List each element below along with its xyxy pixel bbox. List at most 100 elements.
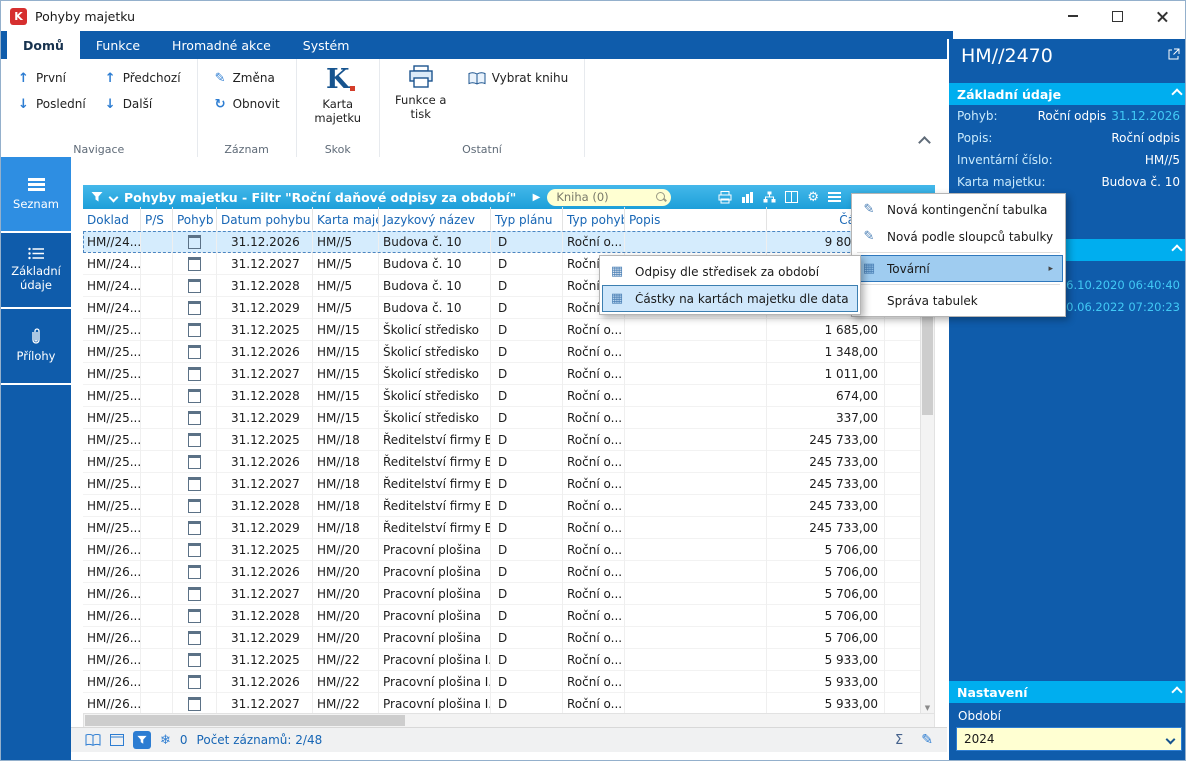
menu-item[interactable]: ✎ Nová podle sloupců tabulky bbox=[854, 223, 1063, 250]
sidebar-item-seznam[interactable]: Seznam bbox=[1, 157, 71, 233]
menu-item-label: Částky na kartách majetku dle data bbox=[635, 292, 848, 306]
cell-typ-planu: D bbox=[491, 538, 563, 561]
change-button[interactable]: ✎Změna bbox=[208, 65, 286, 91]
cell-datum-pohybu: 31.12.2026 bbox=[217, 230, 313, 253]
menu-item[interactable]: ▦ Částky na kartách majetku dle data bbox=[602, 285, 858, 312]
first-record-button[interactable]: ↑První bbox=[11, 65, 92, 91]
sidebar-item-prilohy[interactable]: Přílohy bbox=[1, 309, 71, 385]
scrollbar-thumb[interactable] bbox=[85, 715, 405, 726]
book-view-icon[interactable] bbox=[85, 734, 101, 746]
chevron-down-icon[interactable] bbox=[109, 192, 119, 202]
cell-jazykovy-nazev: Ředitelství firmy B... bbox=[379, 428, 491, 451]
open-record-icon[interactable] bbox=[1167, 48, 1180, 61]
calendar-icon bbox=[173, 582, 217, 605]
cell-typ-pohybu: Roční o... bbox=[563, 560, 625, 583]
play-icon[interactable]: ▶ bbox=[533, 192, 541, 203]
cell-typ-pohybu: Roční o... bbox=[563, 318, 625, 341]
chart-icon[interactable] bbox=[741, 191, 754, 203]
cell-datum-pohybu: 31.12.2027 bbox=[217, 362, 313, 385]
select-book-button[interactable]: Vybrat knihu bbox=[462, 69, 575, 87]
refresh-button[interactable]: ↻Obnovit bbox=[208, 91, 286, 117]
ribbon-collapse-button[interactable] bbox=[918, 136, 931, 149]
select-book-label: Vybrat knihu bbox=[492, 71, 569, 85]
cell-typ-planu: D bbox=[491, 670, 563, 693]
edit-icon[interactable]: ✎ bbox=[921, 732, 933, 748]
minimize-button[interactable] bbox=[1050, 1, 1095, 31]
table-row[interactable]: HM//25... 31.12.2029 HM//15 Školicí stře… bbox=[83, 407, 935, 429]
horizontal-scrollbar[interactable] bbox=[83, 713, 935, 728]
hierarchy-icon[interactable] bbox=[763, 191, 776, 203]
table-row[interactable]: HM//26... 31.12.2025 HM//22 Pracovní plo… bbox=[83, 649, 935, 671]
cell-castka: 245 733,00 bbox=[767, 494, 885, 517]
hamburger-menu-icon[interactable] bbox=[828, 190, 841, 204]
book-search-input[interactable] bbox=[547, 189, 671, 206]
table-row[interactable]: HM//25... 31.12.2028 HM//18 Ředitelství … bbox=[83, 495, 935, 517]
cell-ps bbox=[141, 318, 173, 341]
panel-view-icon[interactable] bbox=[110, 734, 124, 746]
group-label-ostatni: Ostatní bbox=[380, 143, 585, 156]
last-record-button[interactable]: ↓Poslední bbox=[11, 91, 92, 117]
table-row[interactable]: HM//25... 31.12.2027 HM//18 Ředitelství … bbox=[83, 473, 935, 495]
menu-item[interactable]: ▦ Tovární ▸ bbox=[854, 255, 1063, 282]
menu-item[interactable]: Správa tabulek bbox=[854, 287, 1063, 314]
tab-funkce[interactable]: Funkce bbox=[80, 31, 156, 59]
cell-ps bbox=[141, 230, 173, 253]
cell-castka: 1 685,00 bbox=[767, 318, 885, 341]
menu-item[interactable]: ▦ Odpisy dle středisek za období bbox=[602, 258, 858, 285]
table-row[interactable]: HM//24... 31.12.2026 HM//5 Budova č. 10 … bbox=[83, 231, 935, 253]
section-header-zakladni-udaje[interactable]: Základní údaje bbox=[949, 83, 1186, 105]
functions-print-button[interactable]: Funkce a tisk bbox=[390, 65, 452, 122]
table-row[interactable]: HM//25... 31.12.2028 HM//15 Školicí stře… bbox=[83, 385, 935, 407]
cell-castka: 5 933,00 bbox=[767, 648, 885, 671]
filter-icon[interactable] bbox=[91, 191, 103, 203]
cell-doklad: HM//25... bbox=[83, 494, 141, 517]
print-icon[interactable] bbox=[718, 191, 732, 204]
group-label-navigace: Navigace bbox=[1, 143, 197, 156]
table-row[interactable]: HM//25... 31.12.2025 HM//15 Školicí stře… bbox=[83, 319, 935, 341]
table-row[interactable]: HM//26... 31.12.2027 HM//20 Pracovní plo… bbox=[83, 583, 935, 605]
cell-jazykovy-nazev: Pracovní plošina bbox=[379, 604, 491, 627]
sum-icon[interactable]: Σ bbox=[895, 733, 903, 748]
cell-popis bbox=[625, 494, 767, 517]
cell-castka: 5 706,00 bbox=[767, 582, 885, 605]
arrow-down-icon: ↓ bbox=[17, 97, 30, 112]
cell-typ-planu: D bbox=[491, 450, 563, 473]
settings-gear-icon[interactable]: ⚙ bbox=[807, 191, 819, 204]
cell-karta-majetku: HM//22 bbox=[313, 648, 379, 671]
submenu-arrow-icon: ▸ bbox=[1038, 264, 1053, 274]
table-row[interactable]: HM//26... 31.12.2026 HM//20 Pracovní plo… bbox=[83, 561, 935, 583]
cell-typ-pohybu: Roční o... bbox=[563, 626, 625, 649]
table-row[interactable]: HM//26... 31.12.2025 HM//20 Pracovní plo… bbox=[83, 539, 935, 561]
period-select[interactable]: 2024 bbox=[956, 727, 1182, 751]
filter-active-icon[interactable] bbox=[133, 731, 151, 749]
cell-karta-majetku: HM//15 bbox=[313, 362, 379, 385]
table-row[interactable]: HM//26... 31.12.2027 HM//22 Pracovní plo… bbox=[83, 693, 935, 715]
table-row[interactable]: HM//25... 31.12.2026 HM//18 Ředitelství … bbox=[83, 451, 935, 473]
table-row[interactable]: HM//25... 31.12.2025 HM//18 Ředitelství … bbox=[83, 429, 935, 451]
section-header-nastaveni[interactable]: Nastavení bbox=[949, 681, 1186, 703]
tab-system[interactable]: Systém bbox=[287, 31, 366, 59]
close-button[interactable] bbox=[1140, 1, 1185, 31]
menu-item-label: Nová podle sloupců tabulky bbox=[887, 230, 1053, 244]
maximize-button[interactable] bbox=[1095, 1, 1140, 31]
columns-icon[interactable] bbox=[785, 191, 798, 203]
table-row[interactable]: HM//26... 31.12.2028 HM//20 Pracovní plo… bbox=[83, 605, 935, 627]
snowflake-icon[interactable]: ❄ bbox=[160, 733, 171, 748]
table-row[interactable]: HM//26... 31.12.2029 HM//20 Pracovní plo… bbox=[83, 627, 935, 649]
cell-popis bbox=[625, 560, 767, 583]
table-row[interactable]: HM//25... 31.12.2027 HM//15 Školicí stře… bbox=[83, 363, 935, 385]
tab-domu[interactable]: Domů bbox=[7, 31, 80, 59]
tab-hromadne-akce[interactable]: Hromadné akce bbox=[156, 31, 287, 59]
menu-item[interactable]: ✎ Nová kontingenční tabulka bbox=[854, 196, 1063, 223]
table-row[interactable]: HM//26... 31.12.2026 HM//22 Pracovní plo… bbox=[83, 671, 935, 693]
table-row[interactable]: HM//25... 31.12.2026 HM//15 Školicí stře… bbox=[83, 341, 935, 363]
asset-card-button[interactable]: K Karta majetku bbox=[307, 65, 369, 126]
chevron-up-icon bbox=[1171, 686, 1182, 697]
table-row[interactable]: HM//25... 31.12.2029 HM//18 Ředitelství … bbox=[83, 517, 935, 539]
cell-doklad: HM//26... bbox=[83, 670, 141, 693]
previous-record-button[interactable]: ↑Předchozí bbox=[98, 65, 187, 91]
next-record-button[interactable]: ↓Další bbox=[98, 91, 187, 117]
sidebar-item-zakladni-udaje[interactable]: Základní údaje bbox=[1, 233, 71, 309]
ribbon-group-navigace: ↑První ↓Poslední ↑Předchozí ↓Další Navig… bbox=[1, 59, 198, 157]
cell-doklad: HM//25... bbox=[83, 516, 141, 539]
